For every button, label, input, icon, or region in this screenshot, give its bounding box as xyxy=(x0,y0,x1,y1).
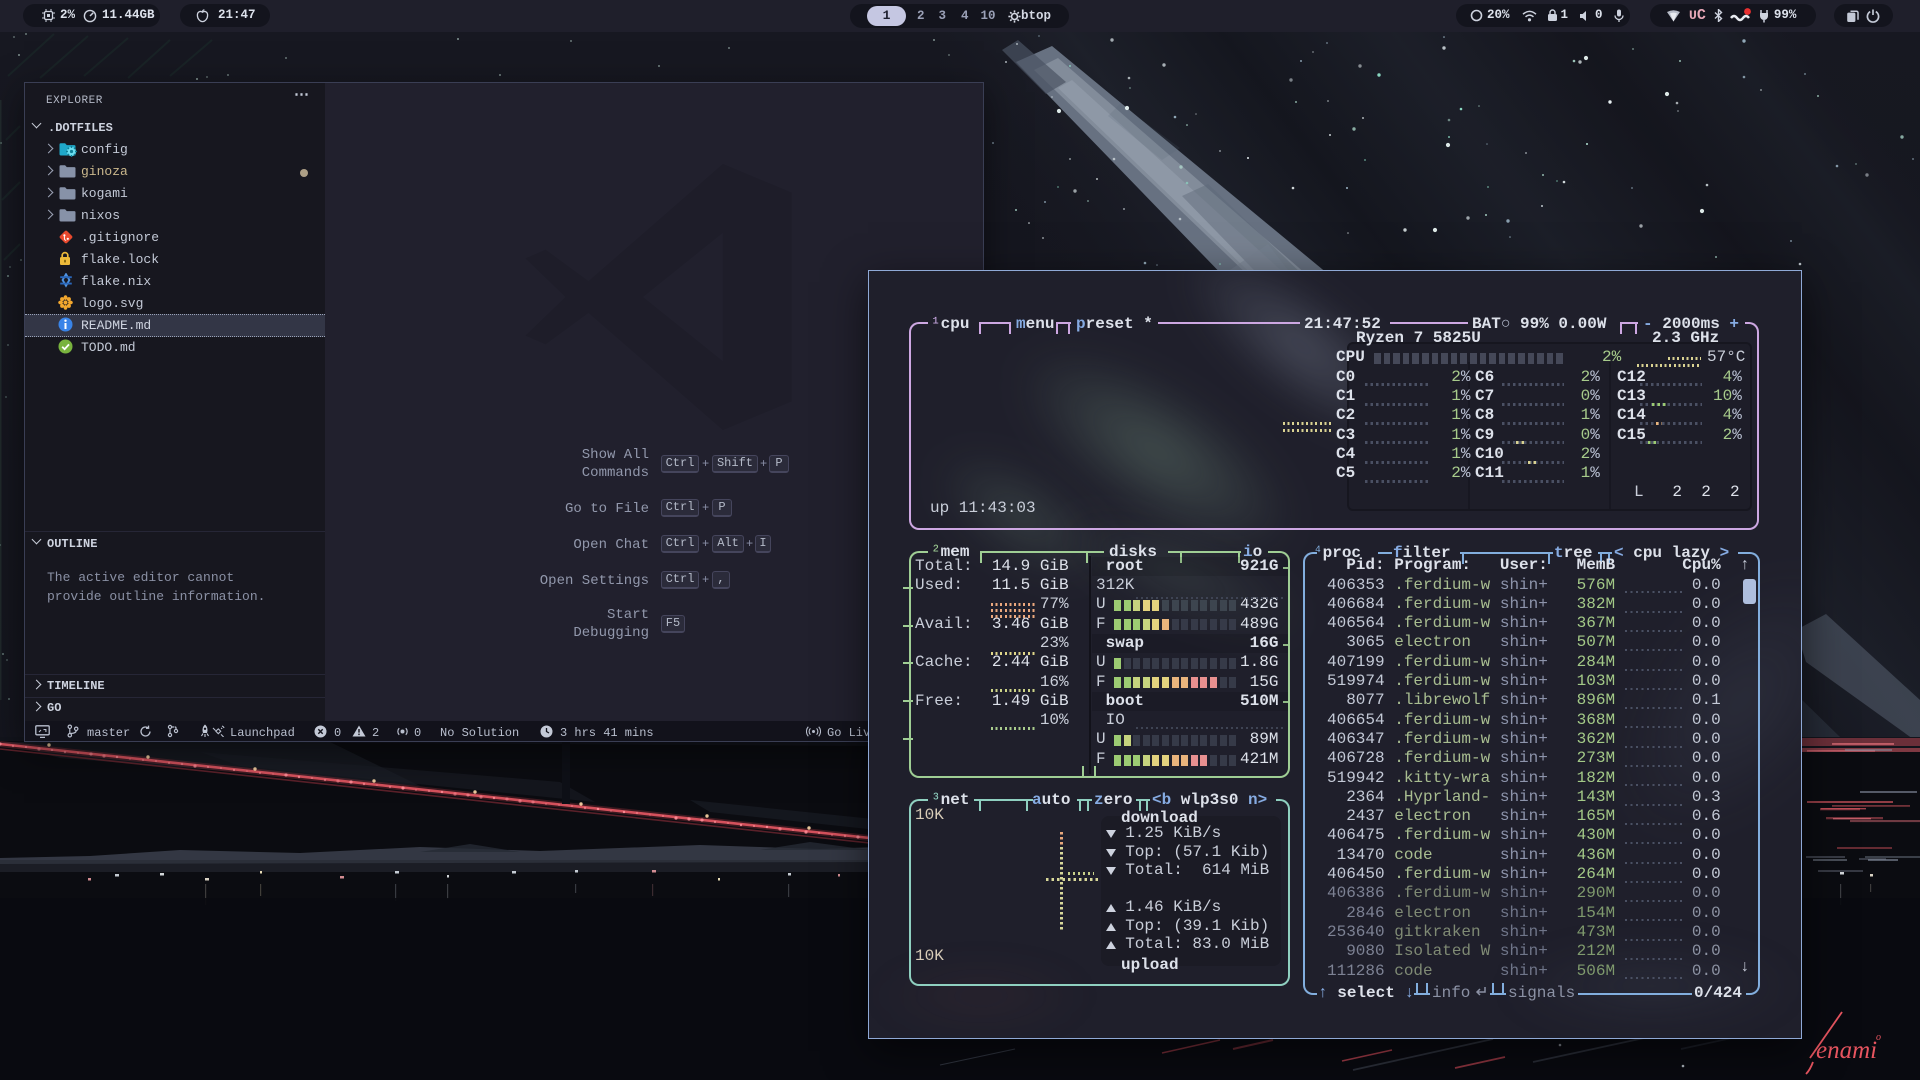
svg-text:enami: enami xyxy=(1816,1037,1877,1064)
svg-text:o: o xyxy=(1876,1032,1881,1043)
